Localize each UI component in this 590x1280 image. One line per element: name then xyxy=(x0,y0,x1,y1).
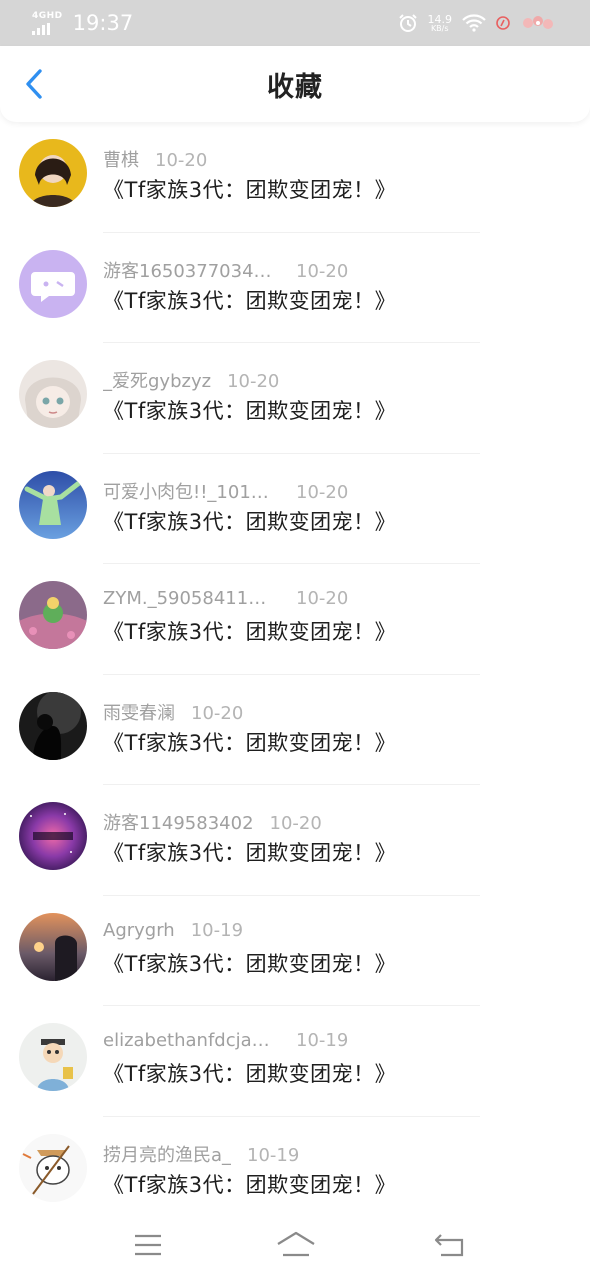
date: 10-20 xyxy=(296,260,349,282)
alarm-icon xyxy=(398,13,418,33)
avatar[interactable] xyxy=(19,360,87,428)
list-item[interactable]: 雨雯春澜 10-20 《Tf家族3代：团欺变团宠！》 xyxy=(0,675,590,785)
network-indicator: 4GHD xyxy=(32,10,63,35)
home-icon xyxy=(277,1231,315,1257)
signal-icon xyxy=(32,22,50,35)
chevron-left-icon xyxy=(26,69,42,99)
date: 10-20 xyxy=(191,702,244,724)
list-item[interactable]: Agrygrh 10-19 《Tf家族3代：团欺变团宠！》 xyxy=(0,896,590,1006)
username: 游客1149583402 xyxy=(103,813,254,834)
item-meta: 游客1149583402 10-20 xyxy=(103,809,322,835)
list-item[interactable]: 曹棋 10-20 《Tf家族3代：团欺变团宠！》 xyxy=(0,122,590,233)
username: 曹棋 xyxy=(103,150,139,171)
date: 10-20 xyxy=(296,481,349,503)
avatar[interactable] xyxy=(19,470,87,539)
wifi-icon xyxy=(462,14,486,32)
back-arrow-icon xyxy=(434,1234,464,1257)
username: ZYM._59058411… xyxy=(103,588,267,609)
item-meta: Agrygrh 10-19 xyxy=(103,920,243,941)
avatar[interactable] xyxy=(19,1133,87,1202)
item-meta: elizabethanfdcjar… 10-19 xyxy=(103,1030,348,1051)
date: 10-19 xyxy=(296,1030,349,1051)
username: elizabethanfdcjar… xyxy=(103,1030,273,1051)
status-left: 4GHD 19:37 xyxy=(32,11,133,35)
status-right: 14.9 KB/s xyxy=(398,13,561,33)
story-title: 《Tf家族3代：团欺变团宠！》 xyxy=(103,620,397,644)
list-item[interactable]: 可爱小肉包!!_101… 10-20 《Tf家族3代：团欺变团宠！》 xyxy=(0,454,590,564)
avatar[interactable] xyxy=(19,139,87,207)
story-title: 《Tf家族3代：团欺变团宠！》 xyxy=(103,509,397,534)
avatar[interactable] xyxy=(19,802,87,870)
date: 10-19 xyxy=(247,1144,300,1166)
story-title: 《Tf家族3代：团欺变团宠！》 xyxy=(103,288,397,313)
list-item[interactable]: elizabethanfdcjar… 10-19 《Tf家族3代：团欺变团宠！》 xyxy=(0,1006,590,1117)
app-notify-icon xyxy=(496,16,510,30)
story-title: 《Tf家族3代：团欺变团宠！》 xyxy=(103,178,397,202)
speed-unit: KB/s xyxy=(430,23,449,33)
username: Agrygrh xyxy=(103,919,175,941)
story-title: 《Tf家族3代：团欺变团宠！》 xyxy=(103,841,397,865)
item-meta: 曹棋 10-20 xyxy=(103,146,207,172)
username: 捞月亮的渔民a_ xyxy=(103,1144,232,1166)
date: 10-20 xyxy=(296,588,349,609)
system-nav-bar xyxy=(0,1210,590,1280)
avatar[interactable] xyxy=(19,581,87,649)
menu-button[interactable] xyxy=(130,1228,166,1262)
home-button[interactable] xyxy=(274,1228,318,1262)
top-app-bar: 收藏 xyxy=(0,46,590,122)
item-meta: 游客1650377034… 10-20 xyxy=(103,257,348,283)
item-meta: 捞月亮的渔民a_ 10-19 xyxy=(103,1141,299,1167)
status-time: 19:37 xyxy=(72,11,134,35)
item-meta: 可爱小肉包!!_101… 10-20 xyxy=(103,478,348,504)
back-nav-button[interactable] xyxy=(432,1228,468,1262)
network-speed: 14.9 KB/s xyxy=(428,14,453,33)
menu-icon xyxy=(135,1234,161,1256)
story-title: 《Tf家族3代：团欺变团宠！》 xyxy=(103,399,397,423)
list-item[interactable]: 游客1650377034… 10-20 《Tf家族3代：团欺变团宠！》 xyxy=(0,233,590,343)
story-title: 《Tf家族3代：团欺变团宠！》 xyxy=(103,1172,397,1197)
date: 10-20 xyxy=(227,371,280,392)
back-button[interactable] xyxy=(14,64,54,104)
list-item[interactable]: ZYM._59058411… 10-20 《Tf家族3代：团欺变团宠！》 xyxy=(0,564,590,675)
flower-icon xyxy=(520,14,560,32)
avatar[interactable] xyxy=(19,249,87,318)
story-title: 《Tf家族3代：团欺变团宠！》 xyxy=(103,730,397,755)
date: 10-19 xyxy=(190,919,244,941)
username: _爱死gybzyz xyxy=(103,371,212,392)
list-item[interactable]: 游客1149583402 10-20 《Tf家族3代：团欺变团宠！》 xyxy=(0,785,590,896)
network-label: 4GHD xyxy=(32,10,63,21)
favorites-list: 曹棋 10-20 《Tf家族3代：团欺变团宠！》 游客1650377034… 10-20… xyxy=(0,122,590,1227)
avatar[interactable] xyxy=(19,912,87,981)
page-title: 收藏 xyxy=(267,71,323,103)
story-title: 《Tf家族3代：团欺变团宠！》 xyxy=(103,951,397,976)
username: 游客1650377034… xyxy=(103,260,272,282)
item-meta: _爱死gybzyz 10-20 xyxy=(103,367,279,393)
story-title: 《Tf家族3代：团欺变团宠！》 xyxy=(103,1062,397,1086)
item-meta: ZYM._59058411… 10-20 xyxy=(103,588,348,609)
username: 可爱小肉包!!_101… xyxy=(103,481,269,503)
speed-value: 14.9 xyxy=(427,12,453,26)
status-bar: 4GHD 19:37 14.9 KB/s xyxy=(0,0,590,46)
date: 10-20 xyxy=(155,150,208,171)
avatar[interactable] xyxy=(19,1023,87,1091)
avatar[interactable] xyxy=(19,691,87,760)
item-meta: 雨雯春澜 10-20 xyxy=(103,699,243,725)
username: 雨雯春澜 xyxy=(103,702,175,724)
list-item[interactable]: _爱死gybzyz 10-20 《Tf家族3代：团欺变团宠！》 xyxy=(0,343,590,454)
date: 10-20 xyxy=(269,813,322,834)
